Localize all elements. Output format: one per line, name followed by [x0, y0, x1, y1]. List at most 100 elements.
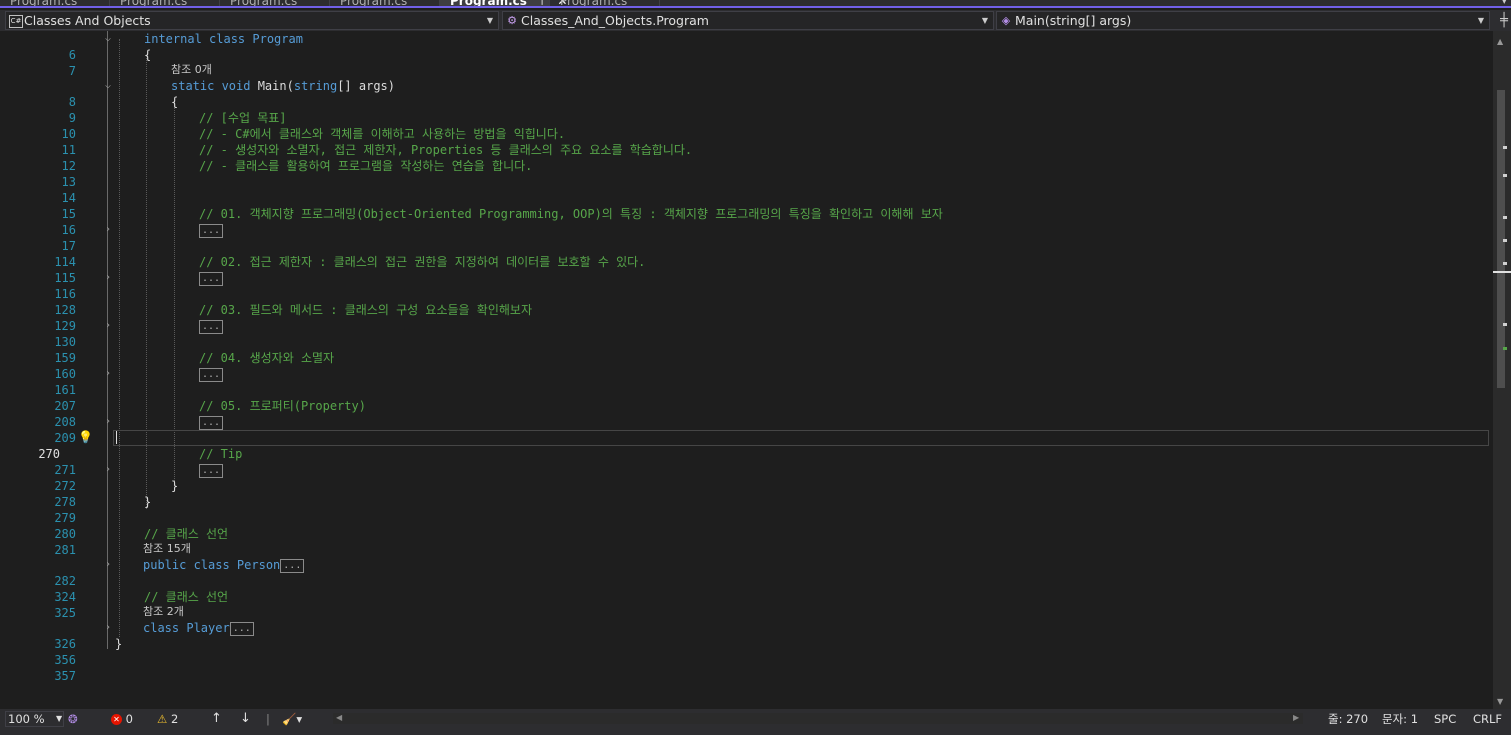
code-line: 128	[54, 303, 76, 317]
fold-collapsed-icon[interactable]: ›	[103, 366, 113, 382]
csharp-project-icon: C#	[9, 15, 23, 28]
scroll-marker	[1503, 239, 1507, 242]
fold-collapsed-icon[interactable]: ›	[103, 222, 113, 238]
scroll-marker	[1503, 174, 1507, 177]
arrow-down-icon[interactable]: ↓	[240, 709, 251, 729]
tab-overflow-icon[interactable]: ▾	[1501, 0, 1507, 6]
tab-program-2[interactable]: Program.cs	[110, 0, 220, 6]
tab-program-3[interactable]: Program.cs	[220, 0, 330, 6]
scroll-left-icon[interactable]: ◀	[336, 708, 342, 728]
zoom-dropdown[interactable]: 100 % ▼	[5, 711, 64, 727]
warning-count[interactable]: ⚠ 2	[157, 709, 178, 729]
reference-count-line: 참조 0개	[0, 62, 1493, 78]
code-line: 116 › ...	[0, 270, 1493, 301]
column-indicator[interactable]: 문자: 1	[1382, 709, 1418, 729]
chevron-down-icon: ▼	[56, 714, 63, 723]
fold-collapsed-icon[interactable]: ›	[103, 414, 113, 430]
code-line: 15	[61, 207, 76, 221]
fold-collapsed-icon[interactable]: ›	[103, 620, 113, 636]
member-dropdown[interactable]: ◈ Main(string[] args) ▼	[996, 11, 1490, 30]
code-line: 8 ⌵ static void Main(string[] args)	[68, 78, 395, 109]
scroll-down-icon[interactable]: ▼	[1497, 697, 1503, 706]
type-dropdown[interactable]: ⚙ Classes_And_Objects.Program ▼	[502, 11, 994, 30]
current-position-marker	[1493, 271, 1511, 273]
code-line: 14	[61, 191, 76, 205]
reference-count[interactable]: 참조 15개	[143, 541, 191, 557]
chevron-down-icon: ▼	[1477, 16, 1484, 25]
reference-count-line: 참조 15개	[0, 541, 1493, 557]
code-line: 324	[54, 590, 76, 604]
fold-collapsed-icon[interactable]: ›	[103, 270, 113, 286]
change-marker	[1503, 347, 1507, 350]
scroll-up-icon[interactable]: ▲	[1497, 37, 1503, 46]
code-line: 279 }	[54, 495, 152, 525]
collapsed-region[interactable]: ...	[199, 415, 224, 430]
indentation-indicator[interactable]: SPC	[1434, 709, 1456, 729]
code-line: 6 ⌵ internal class Program	[68, 31, 303, 62]
tab-program-1[interactable]: Program.cs	[0, 0, 110, 6]
code-line: 282 › public class Person...	[0, 557, 1493, 588]
code-line: 271 // Tip	[54, 447, 243, 477]
collapsed-region[interactable]: ...	[199, 319, 224, 334]
code-line: 161 › ...	[0, 366, 1493, 397]
code-line-current: 270	[38, 447, 60, 461]
code-line: 208 // 05. 프로퍼티(Property)	[54, 399, 366, 429]
scroll-marker	[1503, 262, 1507, 265]
collapsed-region[interactable]: ...	[199, 367, 224, 382]
code-line: 209 › ...	[0, 414, 1493, 445]
code-line: 325 // 클래스 선언	[54, 590, 229, 620]
tab-program-5[interactable]: Program.cs	[550, 0, 660, 6]
line-indicator[interactable]: 줄: 270	[1328, 709, 1368, 729]
navigation-bar: C# Classes And Objects ▼ ⚙ Classes_And_O…	[0, 10, 1511, 31]
code-editor[interactable]: 💡 6 ⌵ internal class Program 7 { 참조 0개 8…	[0, 31, 1493, 709]
code-line: 281 // 클래스 선언	[54, 527, 229, 557]
code-cleanup-icon[interactable]: 🧹▾	[282, 709, 302, 729]
fold-expanded-icon[interactable]: ⌵	[103, 31, 113, 47]
tab-program-active[interactable]: Program.cs ⊤ ✕	[440, 0, 567, 6]
code-line: 13 // - 클래스를 활용하여 프로그램을 작성하는 연습을 합니다.	[61, 159, 533, 189]
code-line: 7 {	[68, 48, 152, 78]
project-dropdown[interactable]: C# Classes And Objects ▼	[5, 11, 499, 30]
pin-icon[interactable]: ⊤	[537, 0, 547, 6]
collapsed-region[interactable]: ...	[280, 558, 305, 573]
code-line: 357	[54, 669, 76, 683]
code-line: 17 › ...	[0, 222, 1493, 253]
reference-count[interactable]: 참조 2개	[143, 604, 184, 620]
chevron-down-icon: ▼	[981, 16, 988, 25]
fold-expanded-icon[interactable]: ⌵	[103, 78, 113, 94]
fold-collapsed-icon[interactable]: ›	[103, 462, 113, 478]
error-icon: ✕	[111, 714, 122, 725]
code-line: 11 // - C#에서 클래스와 객체를 이해하고 사용하는 방법을 익힙니다…	[61, 127, 566, 157]
fold-collapsed-icon[interactable]: ›	[103, 557, 113, 573]
error-count[interactable]: ✕ 0	[111, 709, 133, 729]
copilot-icon[interactable]: ❂	[68, 709, 78, 729]
code-line: 207	[54, 399, 76, 413]
warning-icon: ⚠	[157, 712, 168, 726]
method-icon: ◈	[1001, 14, 1011, 27]
collapsed-region[interactable]: ...	[199, 223, 224, 238]
status-bar: 100 % ▼ ❂ ✕ 0 ⚠ 2 ↑ ↓ | 🧹▾ ◀ ▶ 줄: 270 문자:…	[0, 709, 1511, 735]
split-editor-icon[interactable]: ╪	[1500, 10, 1508, 31]
code-line: 278 }	[54, 479, 179, 509]
arrow-up-icon[interactable]: ↑	[211, 709, 222, 729]
code-line: 16 // 01. 객체지향 프로그래밍(Object-Oriented Pro…	[61, 207, 943, 237]
reference-count-line: 참조 2개	[0, 604, 1493, 620]
line-ending-indicator[interactable]: CRLF	[1473, 709, 1502, 729]
reference-count[interactable]: 참조 0개	[171, 62, 212, 78]
code-line: 326 › class Player...	[0, 620, 1493, 651]
vertical-scrollbar[interactable]: ▲ ▼	[1493, 31, 1511, 709]
code-line: 280	[54, 527, 76, 541]
collapsed-region[interactable]: ...	[199, 463, 224, 478]
code-line: 9 {	[68, 95, 179, 125]
code-line: 129 // 03. 필드와 메서드 : 클래스의 구성 요소들을 확인해보자	[54, 303, 532, 333]
scroll-right-icon[interactable]: ▶	[1293, 708, 1299, 728]
scroll-marker	[1503, 216, 1507, 219]
collapsed-region[interactable]: ...	[199, 271, 224, 286]
separator: |	[266, 712, 270, 726]
tab-program-4[interactable]: Program.cs	[330, 0, 440, 6]
collapsed-region[interactable]: ...	[229, 621, 254, 636]
chevron-down-icon: ▼	[486, 16, 493, 25]
horizontal-scrollbar[interactable]: ◀ ▶	[333, 713, 1303, 724]
fold-collapsed-icon[interactable]: ›	[103, 318, 113, 334]
scroll-marker	[1503, 146, 1507, 149]
